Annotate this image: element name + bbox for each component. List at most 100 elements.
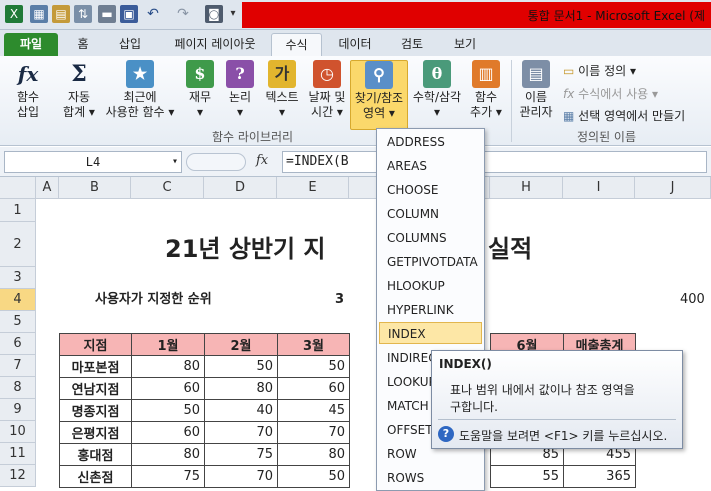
table-cell[interactable]: 75 [131, 465, 205, 488]
chevron-down-icon[interactable]: ▾ [172, 152, 178, 172]
header-mar[interactable]: 3월 [277, 333, 350, 356]
insert-function-icon[interactable]: fx [256, 153, 268, 168]
tab-formulas[interactable]: 수식 [271, 33, 322, 56]
menu-item-rows[interactable]: ROWS [379, 467, 482, 489]
text-button[interactable]: 가 텍스트 ▾ [262, 60, 302, 120]
table-cell[interactable]: 50 [204, 355, 278, 378]
tab-page-layout[interactable]: 페이지 레이아웃 [162, 33, 268, 56]
row-header-8[interactable]: 8 [0, 377, 36, 399]
menu-item-address[interactable]: ADDRESS [379, 131, 482, 153]
table-cell[interactable]: 75 [204, 443, 278, 466]
menu-item-hyperlink[interactable]: HYPERLINK [379, 299, 482, 321]
lookup-reference-button[interactable]: ⚲ 찾기/참조 영역 ▾ [350, 60, 408, 130]
cell-j4[interactable]: 400 [680, 289, 705, 311]
tab-file[interactable]: 파일 [4, 33, 58, 56]
col-header-j[interactable]: J [635, 177, 711, 199]
tab-home[interactable]: 홈 [66, 33, 100, 56]
select-all-corner[interactable] [0, 177, 36, 199]
name-manager-button[interactable]: ▤ 이름 관리자 [514, 60, 558, 120]
menu-item-getpivotdata[interactable]: GETPIVOTDATA [379, 251, 482, 273]
header-branch[interactable]: 지점 [59, 333, 132, 356]
user-rank-value[interactable]: 3 [335, 289, 344, 311]
paste-icon[interactable]: ▤ [52, 5, 70, 23]
sheet-title-right[interactable]: 실적 [488, 229, 532, 264]
undo-icon[interactable]: ↶ [144, 5, 162, 23]
table-cell[interactable]: 80 [204, 377, 278, 400]
table-cell[interactable]: 80 [131, 355, 205, 378]
tab-view[interactable]: 보기 [443, 33, 487, 56]
math-trig-button[interactable]: θ 수학/삼각 ▾ [410, 60, 464, 120]
row-header-9[interactable]: 9 [0, 399, 36, 421]
table-cell[interactable]: 연남지점 [59, 377, 132, 400]
define-name-button[interactable]: ▭ 이름 정의 ▾ [563, 62, 636, 79]
table-cell[interactable]: 60 [131, 377, 205, 400]
table-cell[interactable]: 60 [131, 421, 205, 444]
table-cell[interactable]: 45 [277, 399, 350, 422]
row-header-10[interactable]: 10 [0, 421, 36, 443]
table-cell[interactable]: 은평지점 [59, 421, 132, 444]
row-header-5[interactable]: 5 [0, 311, 36, 333]
table-cell[interactable]: 홍대점 [59, 443, 132, 466]
row-header-2[interactable]: 2 [0, 222, 36, 267]
table-cell[interactable]: 명종지점 [59, 399, 132, 422]
table-cell[interactable]: 60 [277, 377, 350, 400]
table-cell[interactable]: 마포본점 [59, 355, 132, 378]
formula-input[interactable]: =INDEX(B [282, 151, 707, 173]
tab-data[interactable]: 데이터 [330, 33, 380, 56]
more-functions-button[interactable]: ▥ 함수 추가 ▾ [468, 60, 504, 120]
menu-item-hlookup[interactable]: HLOOKUP [379, 275, 482, 297]
menu-item-areas[interactable]: AREAS [379, 155, 482, 177]
name-box[interactable]: L4 ▾ [4, 151, 182, 173]
col-header-i[interactable]: I [563, 177, 635, 199]
sort-icon[interactable]: ⇅ [74, 5, 92, 23]
table-cell[interactable]: 신촌점 [59, 465, 132, 488]
col-header-e[interactable]: E [277, 177, 349, 199]
header-feb[interactable]: 2월 [204, 333, 278, 356]
tab-review[interactable]: 검토 [390, 33, 434, 56]
print-icon[interactable]: ▬ [98, 5, 116, 23]
date-time-button[interactable]: ◷ 날짜 및 시간 ▾ [306, 60, 348, 120]
menu-item-choose[interactable]: CHOOSE [379, 179, 482, 201]
menu-item-columns[interactable]: COLUMNS [379, 227, 482, 249]
table-cell[interactable]: 70 [204, 421, 278, 444]
col-header-d[interactable]: D [204, 177, 277, 199]
table-cell[interactable]: 70 [204, 465, 278, 488]
use-in-formula-button[interactable]: fx 수식에서 사용 ▾ [563, 85, 658, 102]
col-header-c[interactable]: C [131, 177, 204, 199]
logical-button[interactable]: ? 논리 ▾ [224, 60, 256, 120]
row-header-11[interactable]: 11 [0, 443, 36, 465]
user-rank-label[interactable]: 사용자가 지정한 순위 [95, 289, 212, 311]
row-header-12[interactable]: 12 [0, 465, 36, 487]
row-header-1[interactable]: 1 [0, 199, 36, 222]
table-cell[interactable]: 50 [277, 355, 350, 378]
table-cell[interactable]: 40 [204, 399, 278, 422]
table-cell[interactable]: 55 [490, 465, 564, 488]
formula-bar-splitter[interactable] [186, 153, 246, 171]
recently-used-button[interactable]: ★ 최근에 사용한 함수 ▾ [102, 60, 178, 120]
autosum-button[interactable]: Σ 자동 합계 ▾ [58, 60, 100, 120]
row-header-4[interactable]: 4 [0, 289, 36, 311]
row-header-3[interactable]: 3 [0, 267, 36, 289]
create-from-selection-button[interactable]: ▦ 선택 영역에서 만들기 [563, 107, 685, 124]
table-cell[interactable]: 50 [131, 399, 205, 422]
sheet-title-left[interactable]: 21년 상반기 지 [165, 229, 326, 264]
excel-icon[interactable]: X [5, 5, 23, 23]
col-header-b[interactable]: B [59, 177, 131, 199]
camera-icon[interactable]: ◙ [205, 5, 223, 23]
save-icon[interactable]: ▣ [120, 5, 138, 23]
tab-insert[interactable]: 삽입 [108, 33, 152, 56]
menu-item-column[interactable]: COLUMN [379, 203, 482, 225]
table-cell[interactable]: 365 [563, 465, 636, 488]
menu-item-index[interactable]: INDEX [379, 322, 482, 344]
col-header-a[interactable]: A [36, 177, 59, 199]
table-cell[interactable]: 80 [131, 443, 205, 466]
table-cell[interactable]: 50 [277, 465, 350, 488]
col-header-h[interactable]: H [490, 177, 563, 199]
redo-icon[interactable]: ↷ [174, 5, 192, 23]
insert-function-button[interactable]: fx 함수 삽입 [8, 60, 48, 120]
row-header-6[interactable]: 6 [0, 333, 36, 355]
format-icon[interactable]: ▦ [30, 5, 48, 23]
table-cell[interactable]: 70 [277, 421, 350, 444]
table-cell[interactable]: 80 [277, 443, 350, 466]
row-header-7[interactable]: 7 [0, 355, 36, 377]
